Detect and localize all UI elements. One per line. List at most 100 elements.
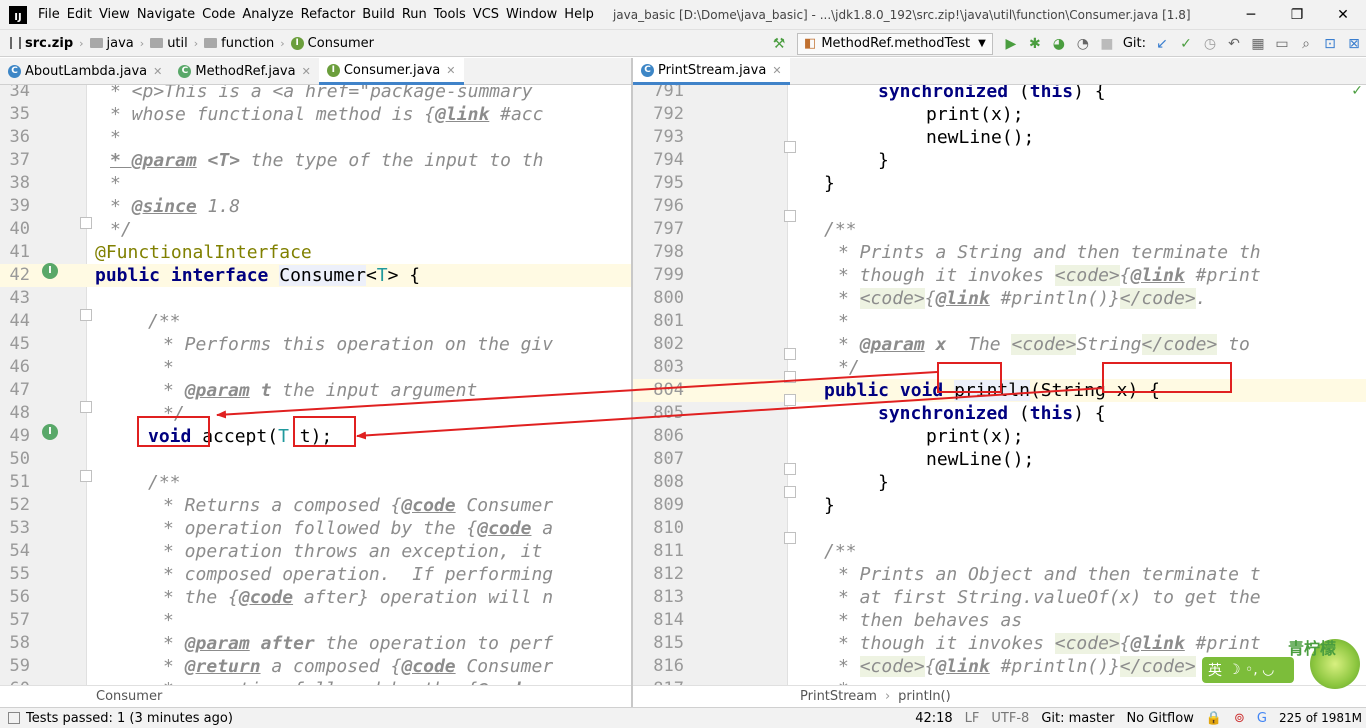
code-line[interactable]: 52 * Returns a composed {@code Consumer xyxy=(0,494,631,517)
code-line[interactable]: 47 * @param t the input argument xyxy=(0,379,631,402)
line-separator[interactable]: LF xyxy=(965,711,980,726)
breadcrumb-src-zip[interactable]: src.zip › xyxy=(10,36,84,51)
code-line[interactable]: 41 @FunctionalInterface xyxy=(0,241,631,264)
fold-icon[interactable] xyxy=(784,486,796,498)
menu-edit[interactable]: Edit xyxy=(67,7,99,22)
minimize-icon[interactable]: ─ xyxy=(1228,0,1274,29)
restore-icon[interactable]: ❐ xyxy=(1274,0,1320,29)
code-line[interactable]: 797 /** xyxy=(633,218,1366,241)
code-line[interactable]: 791 synchronized (this) { xyxy=(633,85,1366,103)
project-structure-icon[interactable]: ▦ xyxy=(1247,33,1269,55)
fold-icon[interactable] xyxy=(80,217,92,229)
implemented-gutter-icon[interactable]: I xyxy=(42,263,58,279)
close-tab-icon[interactable]: ✕ xyxy=(302,65,311,78)
code-line[interactable]: 808} xyxy=(633,471,1366,494)
code-line[interactable]: 58 * @param after the operation to perf xyxy=(0,632,631,655)
implemented-gutter-icon[interactable]: I xyxy=(42,424,58,440)
code-line[interactable]: 38 * xyxy=(0,172,631,195)
code-line[interactable]: 801 * xyxy=(633,310,1366,333)
code-line[interactable]: 50 xyxy=(0,448,631,471)
menu-view[interactable]: View xyxy=(99,7,137,22)
lock-icon[interactable]: 🔒 xyxy=(1206,711,1222,726)
git-history-icon[interactable]: ◷ xyxy=(1199,33,1221,55)
menu-navigate[interactable]: Navigate xyxy=(137,7,202,22)
code-line[interactable]: 43 xyxy=(0,287,631,310)
code-line[interactable]: 60 * operation followed by the {@code a xyxy=(0,678,631,685)
menu-tools[interactable]: Tools xyxy=(434,7,473,22)
close-tab-icon[interactable]: ✕ xyxy=(446,64,455,77)
run-config-select[interactable]: ◧ MethodRef.methodTest ▼ xyxy=(797,32,993,55)
code-line[interactable]: 793 newLine(); xyxy=(633,126,1366,149)
fold-icon[interactable] xyxy=(784,210,796,222)
tab-about-lambda[interactable]: C AboutLambda.java ✕ xyxy=(0,58,170,85)
file-encoding[interactable]: UTF-8 xyxy=(991,711,1029,726)
git-update-icon[interactable]: ↙ xyxy=(1151,33,1173,55)
search-icon[interactable]: ⌕ xyxy=(1295,33,1317,55)
tab-print-stream[interactable]: C PrintStream.java ✕ xyxy=(633,58,790,85)
menu-run[interactable]: Run xyxy=(402,7,434,22)
coverage-icon[interactable]: ◕ xyxy=(1048,33,1070,55)
git-commit-icon[interactable]: ✓ xyxy=(1175,33,1197,55)
code-line[interactable]: 806 print(x); xyxy=(633,425,1366,448)
code-line[interactable]: 794} xyxy=(633,149,1366,172)
code-line[interactable]: 59 * @return a composed {@code Consumer xyxy=(0,655,631,678)
tab-consumer[interactable]: I Consumer.java ✕ xyxy=(318,58,464,85)
debug-icon[interactable]: ✱ xyxy=(1024,33,1046,55)
code-line[interactable]: 55 * composed operation. If performing xyxy=(0,563,631,586)
profile-icon[interactable]: ◔ xyxy=(1072,33,1094,55)
breadcrumb-java[interactable]: java › xyxy=(89,36,144,51)
fold-icon[interactable] xyxy=(784,532,796,544)
menu-window[interactable]: Window xyxy=(506,7,564,22)
breadcrumb-function[interactable]: function › xyxy=(204,36,285,51)
close-tab-icon[interactable]: ✕ xyxy=(772,64,781,77)
fold-icon[interactable] xyxy=(80,309,92,321)
code-line[interactable]: 49 void accept(T t); xyxy=(0,425,631,448)
menu-refactor[interactable]: Refactor xyxy=(301,7,363,22)
code-line[interactable]: 810 xyxy=(633,517,1366,540)
tab-method-ref[interactable]: C MethodRef.java ✕ xyxy=(170,58,318,85)
code-line[interactable]: 54 * operation throws an exception, it xyxy=(0,540,631,563)
code-line[interactable]: 45 * Performs this operation on the giv xyxy=(0,333,631,356)
code-line[interactable]: 795} xyxy=(633,172,1366,195)
git-branch[interactable]: Git: master xyxy=(1041,711,1114,726)
code-line[interactable]: 39 * @since 1.8 xyxy=(0,195,631,218)
fold-icon[interactable] xyxy=(784,141,796,153)
breadcrumb-item[interactable]: println() xyxy=(898,689,951,704)
code-line[interactable]: 42 public interface Consumer<T> { xyxy=(0,264,631,287)
code-line[interactable]: 40 */ xyxy=(0,218,631,241)
editor-consumer[interactable]: 34 * <p>This is a <a href="package-summar… xyxy=(0,85,631,685)
code-line[interactable]: 814 * then behaves as xyxy=(633,609,1366,632)
fold-icon[interactable] xyxy=(784,348,796,360)
tests-status[interactable]: Tests passed: 1 (3 minutes ago) xyxy=(26,711,233,726)
breadcrumb-util[interactable]: util › xyxy=(150,36,198,51)
menu-code[interactable]: Code xyxy=(202,7,242,22)
code-line[interactable]: 46 * xyxy=(0,356,631,379)
code-line[interactable]: 51 /** xyxy=(0,471,631,494)
translate-icon[interactable]: ⊡ xyxy=(1319,33,1341,55)
code-line[interactable]: 809} xyxy=(633,494,1366,517)
stop-icon[interactable]: ■ xyxy=(1096,33,1118,55)
menu-help[interactable]: Help xyxy=(564,7,601,22)
build-hammer-icon[interactable]: ⚒ xyxy=(768,33,790,55)
event-icon[interactable]: ⊚ xyxy=(1234,711,1245,726)
menu-file[interactable]: File xyxy=(38,7,67,22)
code-line[interactable]: 44 /** xyxy=(0,310,631,333)
close-tab-icon[interactable]: ✕ xyxy=(153,65,162,78)
git-rollback-icon[interactable]: ↶ xyxy=(1223,33,1245,55)
breadcrumb-item[interactable]: PrintStream xyxy=(800,689,877,704)
code-line[interactable]: 802 * @param x The <code>String</code> to xyxy=(633,333,1366,356)
fold-icon[interactable] xyxy=(784,371,796,383)
google-icon[interactable]: G xyxy=(1257,711,1267,726)
code-line[interactable]: 804 public void println(String x) { xyxy=(633,379,1366,402)
caret-position[interactable]: 42:18 xyxy=(915,711,952,726)
breadcrumb-item[interactable]: Consumer xyxy=(96,689,162,704)
fold-icon[interactable] xyxy=(784,394,796,406)
editor-printstream[interactable]: 791 synchronized (this) {792 print(x); 793 n… xyxy=(633,85,1366,685)
code-line[interactable]: 57 * xyxy=(0,609,631,632)
code-line[interactable]: 792 print(x); xyxy=(633,103,1366,126)
breadcrumb-consumer[interactable]: I Consumer xyxy=(290,36,374,51)
code-line[interactable]: 34 * <p>This is a <a href="package-summar… xyxy=(0,85,631,103)
plugin-icon[interactable]: ⊠ xyxy=(1343,33,1365,55)
gitflow-status[interactable]: No Gitflow xyxy=(1126,711,1193,726)
code-line[interactable]: 812 * Prints an Object and then terminate… xyxy=(633,563,1366,586)
